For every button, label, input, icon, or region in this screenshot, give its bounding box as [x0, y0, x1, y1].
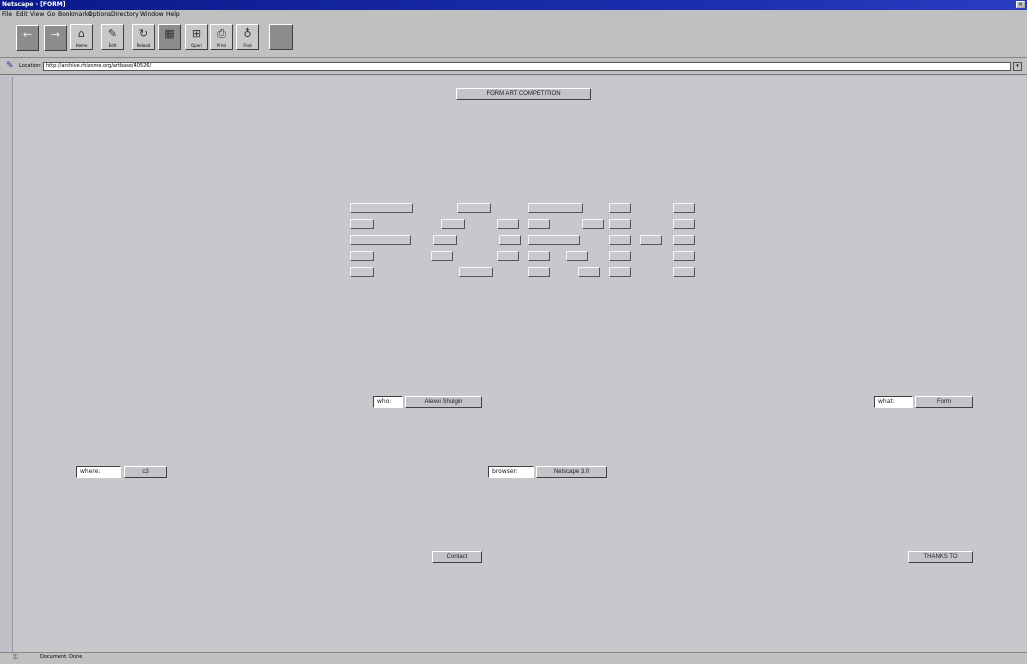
logo-button[interactable]: [609, 219, 631, 229]
print-button[interactable]: ⎙ Print: [210, 24, 233, 50]
printer-icon: ⎙: [217, 27, 226, 40]
logo-button[interactable]: [441, 219, 465, 229]
form-art-competition-button[interactable]: FORM ART COMPETITION: [456, 88, 591, 100]
find-button[interactable]: ♁ Find: [236, 24, 259, 50]
reload-icon: ↻: [138, 27, 149, 40]
reload-label: Reload: [136, 43, 151, 48]
home-label: Home: [75, 43, 88, 48]
logo-button[interactable]: [350, 203, 413, 213]
logo-button[interactable]: [350, 235, 411, 245]
security-key-icon: ⚿: [13, 654, 18, 661]
logo-button[interactable]: [582, 219, 604, 229]
logo-button[interactable]: [433, 235, 457, 245]
stop-button[interactable]: [269, 24, 293, 50]
logo-button[interactable]: [497, 251, 519, 261]
print-label: Print: [216, 43, 227, 48]
forward-arrow-icon: →: [50, 28, 61, 41]
logo-button[interactable]: [578, 267, 600, 277]
logo-button[interactable]: [528, 203, 583, 213]
logo-button[interactable]: [609, 267, 631, 277]
status-bar: [0, 652, 1027, 664]
logo-button[interactable]: [499, 235, 521, 245]
logo-button[interactable]: [673, 267, 695, 277]
logo-button[interactable]: [673, 235, 695, 245]
menu-directory[interactable]: Directory: [111, 10, 139, 20]
edit-button[interactable]: ✎ Edit: [101, 24, 124, 50]
pencil-icon: ✎: [107, 27, 118, 40]
home-icon: ⌂: [78, 27, 85, 40]
logo-button[interactable]: [673, 203, 695, 213]
open-label: Open: [191, 43, 202, 48]
logo-button[interactable]: [673, 251, 695, 261]
menu-help[interactable]: Help: [166, 10, 180, 20]
window-title: Netscape - [FORM]: [2, 1, 66, 8]
menu-bookmarks[interactable]: Bookmarks: [58, 10, 92, 20]
logo-button[interactable]: [457, 203, 491, 213]
contact-button[interactable]: Contact: [432, 551, 482, 563]
logo-button[interactable]: [350, 251, 374, 261]
logo-button[interactable]: [673, 219, 695, 229]
logo-button[interactable]: [566, 251, 588, 261]
menu-bar: File Edit View Go Bookmarks Options Dire…: [0, 10, 1027, 20]
back-button[interactable]: ←: [16, 25, 39, 51]
menu-edit[interactable]: Edit: [16, 10, 28, 20]
menu-view[interactable]: View: [30, 10, 44, 20]
open-icon: ⊞: [191, 27, 202, 40]
menu-file[interactable]: File: [2, 10, 12, 20]
logo-button[interactable]: [609, 251, 631, 261]
who-field[interactable]: who:: [373, 396, 403, 408]
location-input[interactable]: http://archive.rhizome.org/artbase/40526…: [43, 62, 1011, 71]
location-label: Location:: [19, 63, 42, 69]
forward-button[interactable]: →: [44, 25, 67, 51]
title-bar: Netscape - [FORM] ×: [0, 0, 1027, 10]
find-label: Find: [243, 43, 252, 48]
logo-button[interactable]: [528, 219, 550, 229]
status-text: Document: Done: [40, 654, 83, 660]
logo-button[interactable]: [640, 235, 662, 245]
menu-options[interactable]: Options: [88, 10, 111, 20]
back-arrow-icon: ←: [22, 28, 33, 41]
menu-window[interactable]: Window: [140, 10, 164, 20]
edit-label: Edit: [108, 43, 117, 48]
bookmark-icon[interactable]: ✎: [6, 61, 17, 71]
browser-value-button[interactable]: Netscape 3.0: [536, 466, 607, 478]
page-content: FORM ART COMPETITION who: Alexei Shulgin…: [12, 77, 1026, 652]
logo-button[interactable]: [350, 267, 374, 277]
logo-button[interactable]: [497, 219, 519, 229]
window-close-button[interactable]: ×: [1016, 1, 1025, 8]
logo-button[interactable]: [609, 203, 631, 213]
what-field[interactable]: what:: [874, 396, 913, 408]
menu-go[interactable]: Go: [47, 10, 55, 20]
where-field[interactable]: where:: [76, 466, 121, 478]
browser-field[interactable]: browser:: [488, 466, 534, 478]
home-button[interactable]: ⌂ Home: [70, 24, 93, 50]
logo-button[interactable]: [609, 235, 631, 245]
what-value-button[interactable]: Form: [915, 396, 973, 408]
logo-button[interactable]: [431, 251, 453, 261]
open-button[interactable]: ⊞ Open: [185, 24, 208, 50]
reload-button[interactable]: ↻ Reload: [132, 24, 155, 50]
logo-button[interactable]: [350, 219, 374, 229]
binoculars-icon: ♁: [243, 27, 252, 40]
images-button[interactable]: ▦: [158, 24, 181, 50]
logo-button[interactable]: [528, 267, 550, 277]
logo-button[interactable]: [528, 235, 580, 245]
logo-button[interactable]: [528, 251, 550, 261]
where-value-button[interactable]: c3: [124, 466, 167, 478]
who-value-button[interactable]: Alexei Shulgin: [405, 396, 482, 408]
toolbar: ← → ⌂ Home ✎ Edit ↻ Reload ▦ ⊞ Open ⎙ Pr…: [0, 20, 1027, 58]
images-icon: ▦: [164, 27, 175, 40]
location-dropdown-button[interactable]: ▾: [1013, 62, 1022, 71]
logo-button[interactable]: [459, 267, 493, 277]
thanks-to-button[interactable]: THANKS TO: [908, 551, 973, 563]
